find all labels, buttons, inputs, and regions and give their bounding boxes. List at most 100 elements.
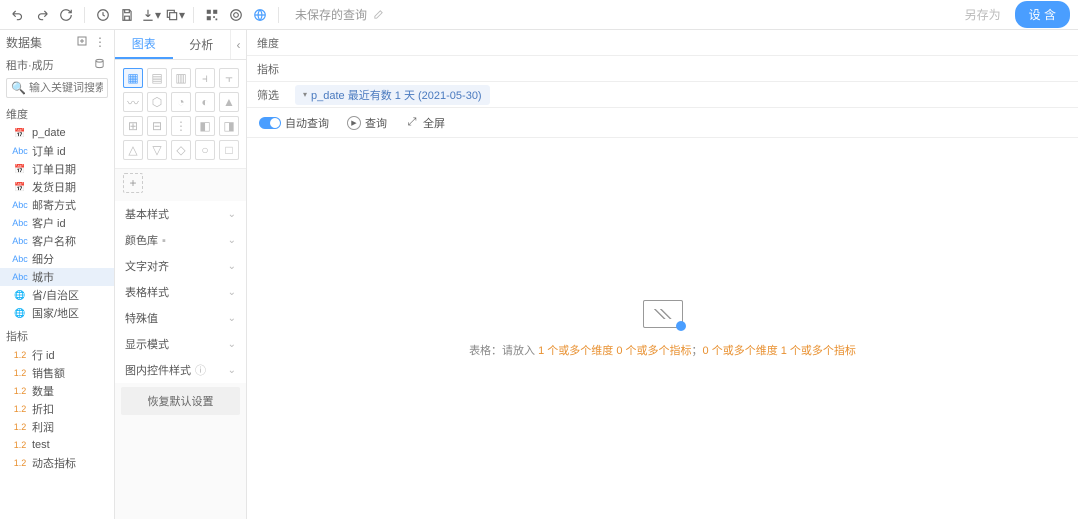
metric-item[interactable]: 1.2test bbox=[0, 436, 114, 454]
separator bbox=[278, 7, 279, 23]
info-icon: ⓘ bbox=[195, 365, 206, 377]
qr-icon[interactable] bbox=[202, 5, 222, 25]
chart-type-option[interactable]: ⊟ bbox=[147, 116, 167, 136]
dimension-item[interactable]: Abc细分 bbox=[0, 250, 114, 268]
dimension-item[interactable]: 🌐省/自治区 bbox=[0, 286, 114, 304]
expand-icon: ⤢ bbox=[405, 116, 419, 130]
dim-type-icon: 📅 bbox=[14, 164, 26, 174]
accordion-section[interactable]: 表格样式⌄ bbox=[115, 279, 246, 305]
metric-item[interactable]: 1.2行 id bbox=[0, 346, 114, 364]
chart-type-option[interactable]: ◇ bbox=[171, 140, 191, 160]
clock-icon[interactable] bbox=[93, 5, 113, 25]
accordion-section[interactable]: 基本样式⌄ bbox=[115, 201, 246, 227]
dim-type-icon: Abc bbox=[14, 254, 26, 264]
metric-type-icon: 1.2 bbox=[14, 386, 26, 396]
target-icon[interactable] bbox=[226, 5, 246, 25]
dimension-item[interactable]: 📅发货日期 bbox=[0, 178, 114, 196]
search-icon: 🔍 bbox=[11, 81, 26, 95]
chevron-down-icon: ⌄ bbox=[228, 313, 236, 324]
redo-icon[interactable] bbox=[32, 5, 52, 25]
copy-icon[interactable]: ▾ bbox=[165, 5, 185, 25]
chart-type-option[interactable]: ⬡ bbox=[147, 92, 167, 112]
chart-type-option[interactable]: ⋮ bbox=[171, 116, 191, 136]
chart-type-option[interactable]: ◨ bbox=[219, 116, 239, 136]
query-title: 未保存的查询 bbox=[295, 6, 367, 23]
chart-type-option[interactable]: ◧ bbox=[195, 116, 215, 136]
dimension-item[interactable]: Abc客户名称 bbox=[0, 232, 114, 250]
metric-type-icon: 1.2 bbox=[14, 440, 26, 450]
metric-type-icon: 1.2 bbox=[14, 368, 26, 378]
tab-analysis[interactable]: 分析 bbox=[173, 30, 231, 59]
empty-hint: 表格：请放入 1 个或多个维度 0 个或多个指标；0 个或多个维度 1 个或多个… bbox=[469, 342, 856, 358]
chart-type-option[interactable]: ⫟ bbox=[219, 68, 239, 88]
dimension-item[interactable]: Abc订单 id bbox=[0, 142, 114, 160]
save-icon[interactable] bbox=[117, 5, 137, 25]
fullscreen-button[interactable]: ⤢ 全屏 bbox=[405, 115, 445, 131]
more-icon[interactable]: ⋮ bbox=[94, 35, 108, 49]
run-button[interactable]: 设 含 bbox=[1015, 1, 1070, 28]
dimension-section-label: 维度 bbox=[0, 100, 114, 124]
metric-type-icon: 1.2 bbox=[14, 458, 26, 468]
chart-type-option[interactable]: 〰 bbox=[123, 92, 143, 112]
dropdown-icon: ▾ bbox=[303, 90, 307, 99]
chart-type-option[interactable]: ○ bbox=[195, 140, 215, 160]
dataset-name[interactable]: 租市·成历 bbox=[6, 57, 54, 73]
accordion-section[interactable]: 显示模式⌄ bbox=[115, 331, 246, 357]
refresh-icon[interactable] bbox=[56, 5, 76, 25]
edit-icon[interactable] bbox=[371, 5, 385, 25]
chart-type-option[interactable]: ◐ bbox=[195, 92, 215, 112]
tab-chart[interactable]: 图表 bbox=[115, 30, 173, 59]
chart-type-option[interactable]: □ bbox=[219, 140, 239, 160]
dimension-item[interactable]: Abc城市 bbox=[0, 268, 114, 286]
undo-icon[interactable] bbox=[8, 5, 28, 25]
dataset-menu-icon[interactable] bbox=[94, 58, 108, 72]
dim-type-icon: 📅 bbox=[14, 128, 26, 138]
chart-type-option[interactable]: ▥ bbox=[171, 68, 191, 88]
chevron-down-icon: ⌄ bbox=[228, 287, 236, 298]
dim-type-icon: 🌐 bbox=[14, 290, 26, 300]
filter-pill[interactable]: ▾ p_date 最近有数 1 天 (2021-05-30) bbox=[295, 85, 490, 105]
collapse-config-icon[interactable]: ‹ bbox=[230, 30, 246, 59]
chart-type-option[interactable]: ⊞ bbox=[123, 116, 143, 136]
metric-item[interactable]: 1.2利润 bbox=[0, 418, 114, 436]
globe-icon[interactable] bbox=[250, 5, 270, 25]
chart-type-option[interactable]: ▽ bbox=[147, 140, 167, 160]
toggle-icon bbox=[259, 117, 281, 129]
metric-item[interactable]: 1.2动态指标 bbox=[0, 454, 114, 472]
chart-type-option[interactable]: ◔ bbox=[171, 92, 191, 112]
chart-type-option[interactable]: ▦ bbox=[123, 68, 143, 88]
dimension-drop-label: 维度 bbox=[257, 35, 287, 51]
search-input[interactable] bbox=[29, 82, 103, 94]
metric-item[interactable]: 1.2数量 bbox=[0, 382, 114, 400]
metric-type-icon: 1.2 bbox=[14, 422, 26, 432]
accordion-section[interactable]: 颜色库▪⌄ bbox=[115, 227, 246, 253]
chart-type-option[interactable]: ▲ bbox=[219, 92, 239, 112]
reset-defaults-button[interactable]: 恢复默认设置 bbox=[121, 387, 240, 415]
dim-type-icon: Abc bbox=[14, 146, 26, 156]
dimension-item[interactable]: Abc邮寄方式 bbox=[0, 196, 114, 214]
accordion-section[interactable]: 图内控件样式ⓘ⌄ bbox=[115, 357, 246, 383]
dimension-item[interactable]: 🌐国家/地区 bbox=[0, 304, 114, 322]
dim-type-icon: Abc bbox=[14, 236, 26, 246]
dimension-item[interactable]: 📅订单日期 bbox=[0, 160, 114, 178]
metric-item[interactable]: 1.2销售额 bbox=[0, 364, 114, 382]
dimension-item[interactable]: 📅p_date bbox=[0, 124, 114, 142]
query-button[interactable]: ▶ 查询 bbox=[347, 115, 387, 131]
dimension-item[interactable]: Abc客户 id bbox=[0, 214, 114, 232]
saveas-button[interactable]: 另存为 bbox=[955, 2, 1011, 27]
search-input-wrap[interactable]: 🔍 bbox=[6, 78, 108, 98]
separator bbox=[84, 7, 85, 23]
add-dataset-icon[interactable] bbox=[76, 35, 90, 49]
metric-item[interactable]: 1.2折扣 bbox=[0, 400, 114, 418]
chart-type-option[interactable]: △ bbox=[123, 140, 143, 160]
accordion-section[interactable]: 特殊值⌄ bbox=[115, 305, 246, 331]
auto-query-toggle[interactable]: 自动查询 bbox=[259, 115, 329, 131]
accordion-section[interactable]: 文字对齐⌄ bbox=[115, 253, 246, 279]
sidebar-title: 数据集 bbox=[6, 34, 42, 51]
chart-type-option[interactable]: ▤ bbox=[147, 68, 167, 88]
chevron-down-icon: ⌄ bbox=[228, 339, 236, 350]
add-chart-type-icon[interactable]: + bbox=[123, 173, 143, 193]
chart-type-option[interactable]: ⫞ bbox=[195, 68, 215, 88]
empty-chart-icon bbox=[643, 300, 683, 328]
download-icon[interactable]: ▾ bbox=[141, 5, 161, 25]
